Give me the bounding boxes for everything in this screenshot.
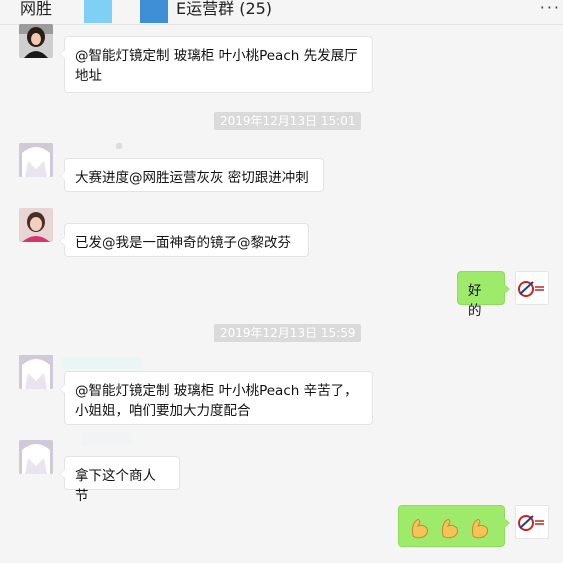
my-avatar[interactable] <box>515 271 549 305</box>
avatar[interactable] <box>19 440 53 474</box>
message-bubble[interactable]: 大赛进度@网胜运营灰灰 密切跟进冲刺 <box>59 158 324 192</box>
redacted-name <box>62 357 142 369</box>
redacted-block <box>84 0 112 23</box>
flexed-biceps-icon <box>472 518 488 539</box>
outgoing-message-bubble[interactable]: 好的 <box>457 271 510 319</box>
chat-title: E运营群 (25) <box>176 0 273 18</box>
avatar[interactable] <box>19 143 53 177</box>
my-avatar[interactable] <box>515 505 549 539</box>
timestamp: 2019年12月13日 15:01 <box>214 112 362 130</box>
message-text: 大赛进度@网胜运营灰灰 密切跟进冲刺 <box>75 170 309 186</box>
flexed-biceps-icon <box>412 518 428 539</box>
avatar[interactable] <box>19 208 53 242</box>
person-photo-icon <box>19 208 53 242</box>
message-bubble[interactable]: 已发@我是一面神奇的镜子@黎改芬 <box>59 223 309 257</box>
redacted-name <box>116 143 122 149</box>
chat-header: 网胜 E运营群 (25) ··· <box>0 0 563 25</box>
emoji-row <box>412 518 488 539</box>
redacted-block <box>140 0 168 23</box>
person-photo-icon <box>19 24 53 58</box>
message-bubble[interactable]: @智能灯镜定制 玻璃柜 叶小桃Peach 辛苦了， 小姐姐，咱们要加大力度配合 <box>59 371 373 425</box>
flexed-biceps-icon <box>442 518 458 539</box>
message-text: 好的 <box>468 283 482 319</box>
profile-picture-icon <box>19 440 53 474</box>
timestamp: 2019年12月13日 15:59 <box>214 324 362 342</box>
profile-picture-icon <box>19 143 53 177</box>
message-text: 拿下这个商人节 <box>75 468 156 504</box>
message-text: @智能灯镜定制 玻璃柜 叶小桃Peach 先发展厅 <box>75 48 358 64</box>
outgoing-message-bubble[interactable] <box>398 505 510 547</box>
company-logo-icon <box>516 272 548 304</box>
chat-title-prefix: 网胜 <box>20 0 53 18</box>
message-text: @智能灯镜定制 玻璃柜 叶小桃Peach 辛苦了， <box>75 383 358 399</box>
more-options-icon[interactable]: ··· <box>540 0 561 17</box>
redacted-name <box>82 432 132 446</box>
avatar[interactable] <box>19 355 53 389</box>
company-logo-icon <box>516 506 548 538</box>
avatar[interactable] <box>19 24 53 58</box>
profile-picture-icon <box>19 355 53 389</box>
message-text: 地址 <box>75 68 102 84</box>
message-bubble[interactable]: 拿下这个商人节 <box>59 456 180 504</box>
message-text: 小姐姐，咱们要加大力度配合 <box>75 403 251 419</box>
message-bubble[interactable]: @智能灯镜定制 玻璃柜 叶小桃Peach 先发展厅 地址 <box>59 36 373 93</box>
message-text: 已发@我是一面神奇的镜子@黎改芬 <box>75 235 291 251</box>
